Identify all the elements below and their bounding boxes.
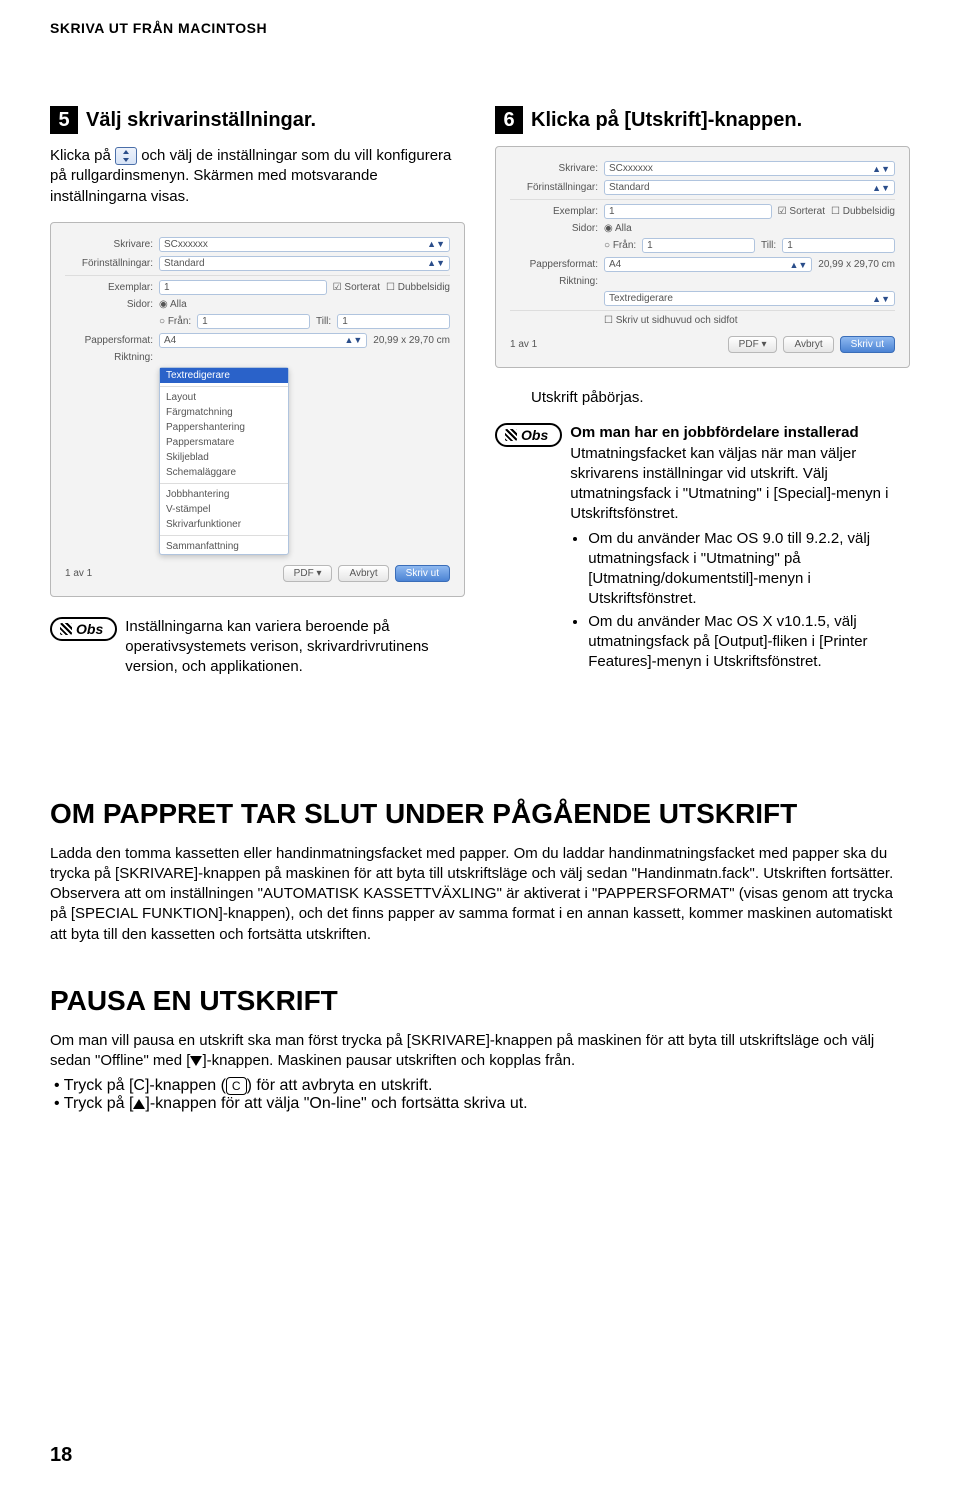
- d1-alla[interactable]: ◉ Alla: [159, 299, 187, 310]
- note-icon: [60, 623, 72, 635]
- section-pause-b1: Tryck på [C]-knappen (C) för att avbryta…: [54, 1077, 910, 1095]
- d1-skrivare-lbl: Skrivare:: [65, 239, 153, 250]
- print-starts-text: Utskrift påbörjas.: [531, 388, 910, 408]
- d1-sidor-lbl: Sidor:: [65, 299, 153, 310]
- d2-headfoot-check[interactable]: ☐ Skriv ut sidhuvud och sidfot: [604, 315, 737, 326]
- d1-print-button[interactable]: Skriv ut: [395, 565, 450, 582]
- page-header: SKRIVA UT FRÅN MACINTOSH: [50, 20, 910, 36]
- note-icon: [505, 429, 517, 441]
- step-5-intro: Klicka på och välj de inställningar som …: [50, 146, 465, 207]
- d2-fran[interactable]: ○ Från:: [604, 240, 636, 251]
- d2-print-button[interactable]: Skriv ut: [840, 336, 895, 353]
- section-pause-p1: Om man vill pausa en utskrift ska man fö…: [50, 1031, 910, 1072]
- d1-exemplar-lbl: Exemplar:: [65, 282, 153, 293]
- d2-pages: 1 av 1: [510, 339, 537, 350]
- d2-papper-sel[interactable]: A4▲▼: [604, 257, 812, 272]
- d1-skrivare-sel[interactable]: SCxxxxxx▲▼: [159, 237, 450, 252]
- triangle-up-icon: [133, 1099, 145, 1109]
- step-5-title: Välj skrivarinställningar.: [86, 106, 316, 134]
- d1-fran[interactable]: ○ Från:: [159, 316, 191, 327]
- print-dialog-2: Skrivare: SCxxxxxx▲▼ Förinställningar: Sta…: [495, 146, 910, 368]
- d1-dd-item[interactable]: Sammanfattning: [160, 539, 288, 554]
- d1-pages: 1 av 1: [65, 568, 92, 579]
- d1-dubbel[interactable]: ☐ Dubbelsidig: [386, 282, 450, 293]
- d2-sorterat[interactable]: ☑ Sorterat: [778, 206, 825, 217]
- obs-right-b2: Om du använder Mac OS X v10.1.5, välj ut…: [588, 612, 910, 673]
- step-5-intro-a: Klicka på: [50, 147, 115, 164]
- d2-sidor-lbl: Sidor:: [510, 223, 598, 234]
- step-6-number: 6: [495, 106, 523, 134]
- d1-dd-item[interactable]: Layout: [160, 390, 288, 405]
- d2-exemplar-lbl: Exemplar:: [510, 206, 598, 217]
- d1-cancel-button[interactable]: Avbryt: [338, 565, 388, 582]
- d1-dd-item[interactable]: V-stämpel: [160, 502, 288, 517]
- section-pause-b2: Tryck på []-knappen för att välja "On-li…: [54, 1095, 910, 1113]
- triangle-down-icon: [190, 1056, 202, 1066]
- d1-dd-item[interactable]: Jobbhantering: [160, 487, 288, 502]
- obs-chip-left: Obs: [50, 617, 117, 641]
- d1-dd-item[interactable]: Pappershantering: [160, 420, 288, 435]
- obs-right-b1: Om du använder Mac OS 9.0 till 9.2.2, vä…: [588, 529, 910, 610]
- right-column: 6 Klicka på [Utskrift]-knappen. Skrivare…: [495, 106, 910, 678]
- d2-riktning-lbl: Riktning:: [510, 276, 598, 287]
- stepper-icon: [115, 147, 137, 165]
- step-5-number: 5: [50, 106, 78, 134]
- d1-dd-item[interactable]: Skrivarfunktioner: [160, 517, 288, 532]
- d1-options-dropdown[interactable]: Textredigerare Layout Färgmatchning Papp…: [159, 367, 289, 555]
- d2-alla[interactable]: ◉ Alla: [604, 223, 632, 234]
- d1-papper-sel[interactable]: A4▲▼: [159, 333, 367, 348]
- d1-dd-selected[interactable]: Textredigerare: [160, 368, 288, 383]
- d2-forinst-lbl: Förinställningar:: [510, 182, 598, 193]
- d1-dd-item[interactable]: Schemaläggare: [160, 465, 288, 480]
- d1-papper-lbl: Pappersformat:: [65, 335, 153, 346]
- d2-cancel-button[interactable]: Avbryt: [783, 336, 833, 353]
- d2-pdf-button[interactable]: PDF ▾: [728, 336, 778, 353]
- keycap-c-icon: C: [226, 1077, 247, 1095]
- d1-sorterat[interactable]: ☑ Sorterat: [333, 282, 380, 293]
- d1-exemplar-input[interactable]: 1: [159, 280, 327, 295]
- d2-skrivare-sel[interactable]: SCxxxxxx▲▼: [604, 161, 895, 176]
- d1-forinst-sel[interactable]: Standard▲▼: [159, 256, 450, 271]
- d2-dubbel[interactable]: ☐ Dubbelsidig: [831, 206, 895, 217]
- left-column: 5 Välj skrivarinställningar. Klicka på o…: [50, 106, 465, 678]
- obs-right-lead: Om man har en jobbfördelare installerad: [570, 423, 910, 443]
- d1-riktning-lbl: Riktning:: [65, 352, 153, 363]
- d1-pdf-button[interactable]: PDF ▾: [283, 565, 333, 582]
- print-dialog-1: Skrivare: SCxxxxxx▲▼ Förinställningar: Sta…: [50, 222, 465, 597]
- section-out-of-paper-p: Ladda den tomma kassetten eller handinma…: [50, 844, 910, 945]
- d2-forinst-sel[interactable]: Standard▲▼: [604, 180, 895, 195]
- d1-dd-item[interactable]: Färgmatchning: [160, 405, 288, 420]
- d2-skrivare-lbl: Skrivare:: [510, 163, 598, 174]
- d1-dd-item[interactable]: Skiljeblad: [160, 450, 288, 465]
- section-out-of-paper-title: OM PAPPRET TAR SLUT UNDER PÅGÅENDE UTSKR…: [50, 798, 910, 830]
- step-6-title: Klicka på [Utskrift]-knappen.: [531, 106, 802, 134]
- d1-dd-item[interactable]: Pappersmatare: [160, 435, 288, 450]
- section-pause-title: PAUSA EN UTSKRIFT: [50, 985, 910, 1017]
- d2-exemplar-input[interactable]: 1: [604, 204, 772, 219]
- d2-textredig-sel[interactable]: Textredigerare▲▼: [604, 291, 895, 306]
- obs-right-p: Utmatningsfacket kan väljas när man välj…: [570, 444, 910, 525]
- obs-chip-right: Obs: [495, 423, 562, 447]
- d1-forinst-lbl: Förinställningar:: [65, 258, 153, 269]
- obs-text-left: Inställningarna kan variera beroende på …: [125, 617, 465, 678]
- obs-text-right: Om man har en jobbfördelare installerad …: [570, 423, 910, 674]
- d2-papper-lbl: Pappersformat:: [510, 259, 598, 270]
- page-number: 18: [50, 1444, 72, 1467]
